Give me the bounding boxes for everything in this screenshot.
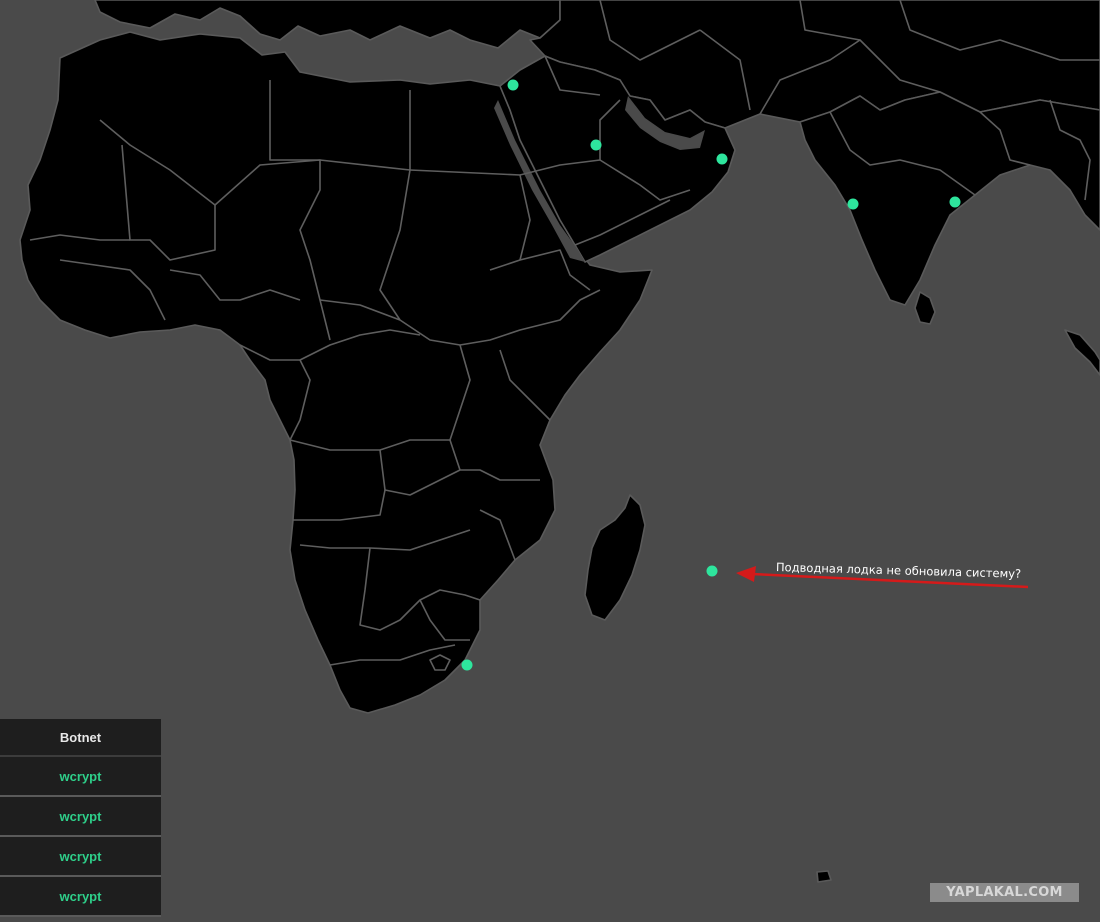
world-map[interactable] (0, 0, 1100, 922)
marker-india-west[interactable] (847, 198, 859, 210)
india-landmass (799, 91, 1100, 306)
marker-levant[interactable] (507, 79, 519, 91)
marker-south-africa[interactable] (461, 659, 473, 671)
botnet-header: Botnet (0, 719, 161, 757)
sri-lanka-landmass (914, 291, 936, 325)
madagascar-landmass (584, 494, 646, 621)
sumatra-landmass (1064, 329, 1100, 376)
botnet-row[interactable]: wcrypt (0, 877, 161, 917)
botnet-row[interactable]: wcrypt (0, 837, 161, 877)
marker-india-east[interactable] (949, 196, 961, 208)
small-island (816, 870, 832, 883)
botnet-row[interactable]: wcrypt (0, 797, 161, 837)
site-watermark: YAPLAKAL.COM (930, 883, 1079, 902)
marker-saudi-arabia[interactable] (590, 139, 602, 151)
marker-oman[interactable] (716, 153, 728, 165)
botnet-panel: Botnet wcrypt wcrypt wcrypt wcrypt (0, 719, 161, 917)
marker-indian-ocean[interactable] (706, 565, 718, 577)
botnet-row[interactable]: wcrypt (0, 757, 161, 797)
